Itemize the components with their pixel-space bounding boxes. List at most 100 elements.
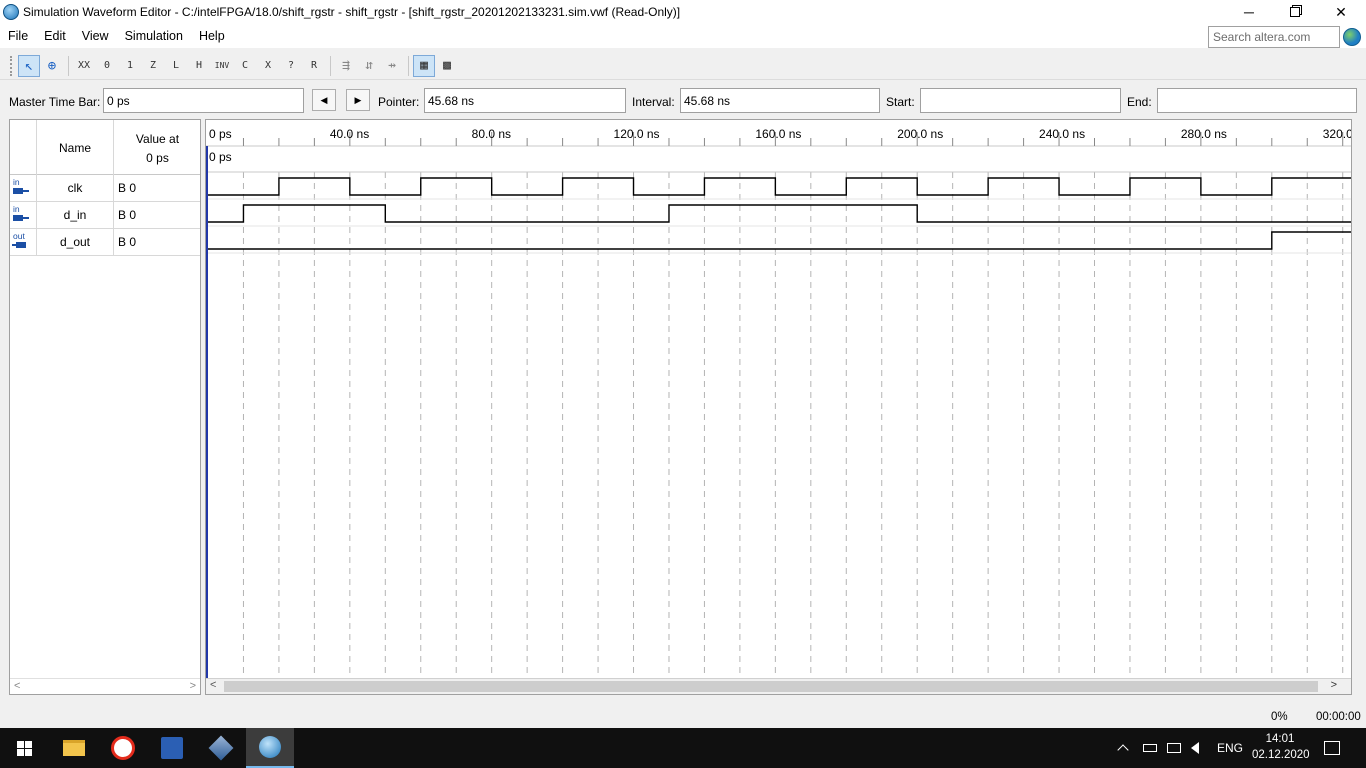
waveform-editor-icon [259,736,281,758]
node-list-horizontal-scrollbar[interactable]: < > [10,678,200,694]
arbitrary-value-button[interactable]: ? [280,55,302,77]
unknown-value-button[interactable]: XX [73,55,95,77]
grid-size-button[interactable]: ▩ [436,55,458,77]
toolbar-separator [68,55,69,76]
output-pin-icon: out [12,231,32,251]
toolbar-grip [10,55,14,76]
value-column-header[interactable]: Value at 0 ps [115,130,200,168]
previous-transition-button[interactable]: ◀ [312,89,336,111]
waveform-panel[interactable]: 0 ps 40.0 ns 80.0 ns 120.0 ns 160.0 ns 200.0 … [205,119,1352,695]
scroll-right-icon[interactable]: > [1331,679,1337,691]
node-row-d-in[interactable]: in d_in B 0 [10,202,200,229]
count-value-button[interactable]: C [234,55,256,77]
tray-battery[interactable] [1143,728,1157,768]
volume-icon [1191,742,1199,754]
random-value-button[interactable]: R [303,55,325,77]
network-icon [1167,743,1181,753]
weak-low-button[interactable]: L [165,55,187,77]
scroll-left-icon[interactable]: < [14,680,20,692]
scrollbar-thumb[interactable] [224,681,1318,692]
taskbar-waveform-editor[interactable] [246,728,294,768]
taskbar-quartus[interactable] [197,728,245,768]
clock-icon: X [264,60,272,71]
zoom-tool-button[interactable]: ⊕ [41,55,63,77]
scroll-left-icon[interactable]: < [210,679,216,691]
tray-language[interactable]: ENG [1217,728,1243,768]
menu-simulation[interactable]: Simulation [117,24,191,48]
taskbar-word[interactable] [148,728,196,768]
tray-network[interactable] [1167,728,1181,768]
name-column-header[interactable]: Name [36,120,114,175]
tick-label: 0 ps [209,127,232,141]
reorder-icon: ⇵ [365,58,373,73]
globe-icon[interactable] [1343,28,1361,46]
minimize-button[interactable]: ─ [1226,0,1272,24]
vertical-scrollbar[interactable] [1353,119,1366,695]
master-time-marker-label: 0 ps [209,150,232,164]
weak-high-button[interactable]: H [188,55,210,77]
end-field[interactable] [1157,88,1357,113]
search-input[interactable] [1208,26,1340,48]
waveform-d-out [208,231,1351,250]
clock-value-button[interactable]: X [257,55,279,77]
snap-button[interactable]: ⇶ [335,55,357,77]
chevron-up-icon [1117,744,1129,756]
start-button[interactable] [0,728,48,768]
toolbar-separator [408,55,409,76]
menu-file[interactable]: File [0,24,36,48]
snap-to-grid-icon: ⇶ [342,58,350,73]
tick-label: 280.0 ns [1181,127,1227,141]
invert-button[interactable]: INV [211,55,233,77]
node-list-panel: Name Value at 0 ps in clk B 0 in d_in B … [9,119,201,695]
menu-view[interactable]: View [74,24,117,48]
taskbar-clock[interactable]: 14:01 02.12.2020 [1252,731,1310,763]
scroll-right-icon[interactable]: > [190,680,196,692]
restore-button[interactable] [1272,0,1318,24]
move-button[interactable]: ⇸ [381,55,403,77]
taskbar-yandex-browser[interactable] [99,728,147,768]
grid-icon: ▦ [420,58,428,73]
toolbar-separator [330,55,331,76]
folder-icon [63,740,85,756]
clock-time: 14:01 [1265,733,1295,745]
notifications-button[interactable] [1324,728,1340,768]
next-transition-button[interactable]: ▶ [346,89,370,111]
force-low-button[interactable]: 0 [96,55,118,77]
pointer-tool-button[interactable]: ↖ [18,54,40,77]
taskbar-file-explorer[interactable] [50,728,98,768]
tick-label: 40.0 ns [330,127,369,141]
status-bar: 0% 00:00:00 [0,706,1366,728]
reorder-button[interactable]: ⇵ [358,55,380,77]
pointer-field[interactable] [424,88,626,113]
master-time-bar-field[interactable] [103,88,304,113]
close-button[interactable]: ✕ [1318,0,1364,24]
node-list-header: Name Value at 0 ps [10,120,200,175]
force-low-icon: 0 [103,60,111,71]
menu-edit[interactable]: Edit [36,24,74,48]
menu-help[interactable]: Help [191,24,233,48]
pin-direction-text: in [13,177,20,187]
show-hidden-icons-button[interactable] [1117,728,1129,768]
weak-low-icon: L [172,60,180,71]
tick-label: 320.0 ns [1323,127,1351,141]
grid-size-icon: ▩ [443,58,451,73]
application-window: Simulation Waveform Editor - C:/intelFPG… [0,0,1366,768]
zoom-icon: ⊕ [47,57,57,74]
high-impedance-button[interactable]: Z [142,55,164,77]
tick-label: 80.0 ns [472,127,511,141]
menu-bar: File Edit View Simulation Help [0,24,1366,48]
start-field[interactable] [920,88,1121,113]
waveform-horizontal-scrollbar[interactable]: < > [206,678,1351,694]
node-row-d-out[interactable]: out d_out B 0 [10,229,200,256]
force-high-button[interactable]: 1 [119,55,141,77]
end-label: End: [1127,95,1152,109]
interval-field[interactable] [680,88,880,113]
tray-volume[interactable] [1191,728,1199,768]
node-row-clk[interactable]: in clk B 0 [10,175,200,202]
grid-button[interactable]: ▦ [413,54,435,77]
restore-icon [1290,7,1300,17]
node-name: d_out [36,229,114,256]
toolbar: ↖ ⊕ XX 0 1 Z L H INV C X ? R ⇶ ⇵ ⇸ ▦ ▩ [0,52,1366,80]
waveform-canvas[interactable]: 0 ps 40.0 ns 80.0 ns 120.0 ns 160.0 ns 200.0 … [206,120,1351,678]
waveform-d-in [208,204,1351,223]
